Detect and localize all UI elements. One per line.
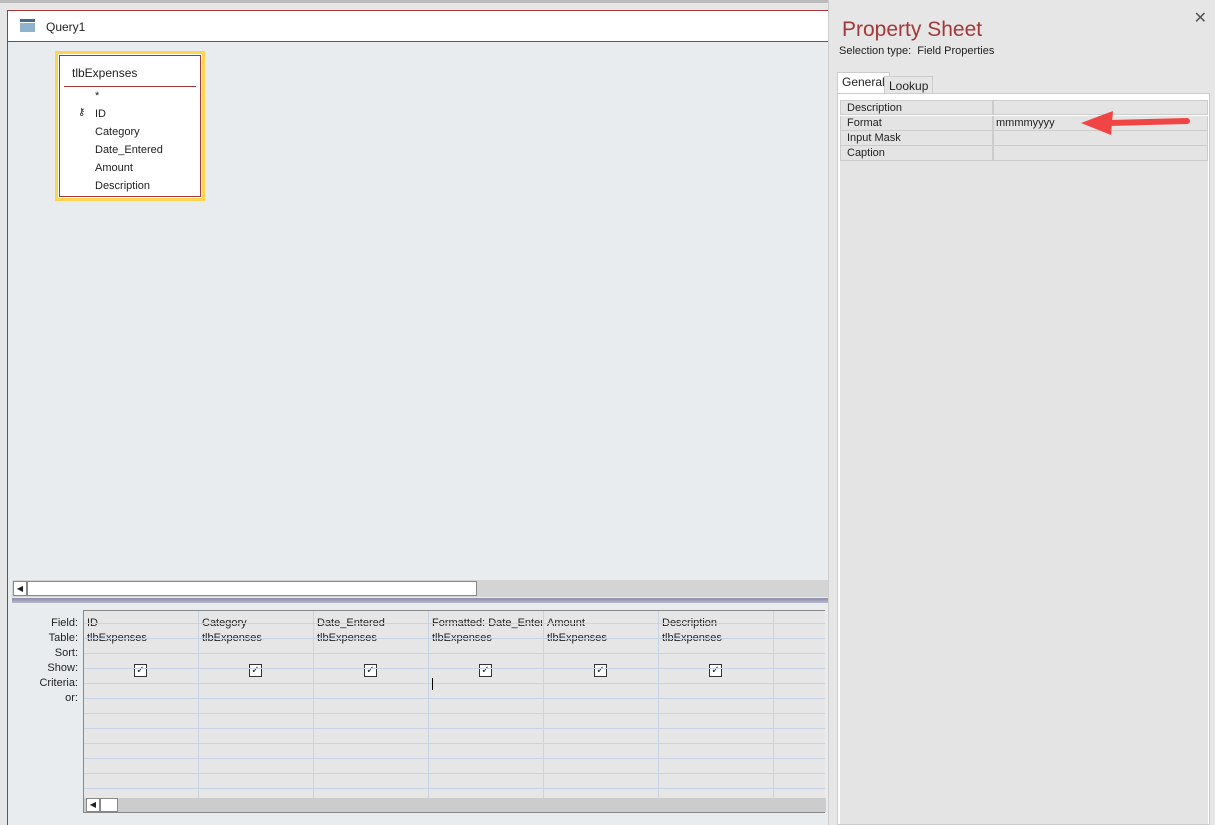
text-cursor xyxy=(432,678,433,690)
grid-row-line xyxy=(84,653,825,654)
row-label-show: Show: xyxy=(47,662,78,674)
row-label-table: Table: xyxy=(48,632,78,644)
grid-row-line xyxy=(84,638,825,639)
close-icon[interactable]: ✕ xyxy=(1194,8,1207,28)
field-item[interactable]: * xyxy=(95,90,99,102)
pane-splitter[interactable] xyxy=(12,598,829,603)
red-arrow-annotation xyxy=(1081,111,1190,135)
grid-column[interactable]: Date_Entered tlbExpenses ✓ xyxy=(314,611,429,798)
grid-row-line xyxy=(84,683,825,684)
table-name: tlbExpenses xyxy=(72,66,138,80)
show-checkbox[interactable]: ✓ xyxy=(479,664,492,677)
property-row-caption[interactable]: Caption xyxy=(840,146,1208,161)
show-checkbox[interactable]: ✓ xyxy=(594,664,607,677)
horizontal-scrollbar[interactable]: ◀ xyxy=(12,580,829,597)
property-sheet: Property Sheet ✕ Selection type: Field P… xyxy=(828,0,1215,825)
grid-row-line xyxy=(84,668,825,669)
grid-row-line xyxy=(84,698,825,699)
property-panel: Description Format mmmmyyyy Input Mask Ca… xyxy=(837,93,1210,825)
property-sheet-title: Property Sheet xyxy=(842,18,983,41)
selection-label: Selection type: xyxy=(839,45,912,57)
document-title: Query1 xyxy=(46,20,86,34)
property-value[interactable] xyxy=(994,146,996,160)
primary-key-icon: ⚷ xyxy=(78,107,86,118)
field-item[interactable]: ID xyxy=(95,108,106,120)
field-item[interactable]: Amount xyxy=(95,162,133,174)
row-label-field: Field: xyxy=(51,617,78,629)
divider xyxy=(64,86,196,87)
selection-value: Field Properties xyxy=(917,45,995,57)
top-strip xyxy=(0,0,828,10)
document-tab[interactable]: Query1 xyxy=(8,10,829,42)
grid-row-line xyxy=(84,758,825,759)
row-label-sort: Sort: xyxy=(54,647,78,659)
property-value[interactable] xyxy=(994,131,996,145)
property-value[interactable]: mmmmyyyy xyxy=(994,116,1055,130)
field-item[interactable]: Category xyxy=(95,126,140,138)
scroll-left-icon[interactable]: ◀ xyxy=(13,581,27,596)
grid-row-line xyxy=(84,713,825,714)
selection-type: Selection type: Field Properties xyxy=(839,45,994,57)
show-checkbox[interactable]: ✓ xyxy=(249,664,262,677)
tab-lookup[interactable]: Lookup xyxy=(884,76,934,94)
grid-column[interactable]: Formatted: Date_Entered tlbExpenses ✓ xyxy=(429,611,544,798)
property-name: Input Mask xyxy=(841,131,994,145)
show-checkbox[interactable]: ✓ xyxy=(709,664,722,677)
scroll-thumb[interactable] xyxy=(100,798,118,812)
show-checkbox[interactable]: ✓ xyxy=(364,664,377,677)
query-icon xyxy=(20,19,35,32)
property-name: Caption xyxy=(841,146,994,160)
grid-scrollbar[interactable]: ◀ xyxy=(84,798,826,812)
grid-row-line xyxy=(84,743,825,744)
grid-column[interactable]: Description tlbExpenses ✓ xyxy=(659,611,774,798)
query-design-grid: ID tlbExpenses ✓ Category tlbExpenses ✓ Da… xyxy=(83,610,889,813)
grid-column[interactable]: Amount tlbExpenses ✓ xyxy=(544,611,659,798)
tab-general[interactable]: General xyxy=(837,72,890,94)
row-label-or: or: xyxy=(65,692,78,704)
grid-row-line xyxy=(84,728,825,729)
grid-row-line xyxy=(84,623,825,624)
scroll-left-icon[interactable]: ◀ xyxy=(86,798,100,812)
scroll-thumb[interactable] xyxy=(27,581,477,596)
field-item[interactable]: Date_Entered xyxy=(95,144,163,156)
grid-row-line xyxy=(84,773,825,774)
grid-column[interactable]: Category tlbExpenses ✓ xyxy=(199,611,314,798)
row-label-criteria: Criteria: xyxy=(39,677,78,689)
table-field-list[interactable]: tlbExpenses ⚷ * ID Category Date_Entered… xyxy=(55,51,205,201)
property-name: Format xyxy=(841,116,994,130)
property-empty-area xyxy=(840,161,1208,824)
property-name: Description xyxy=(841,101,994,114)
show-checkbox[interactable]: ✓ xyxy=(134,664,147,677)
grid-row-line xyxy=(84,788,825,789)
property-value[interactable] xyxy=(994,101,996,114)
field-item[interactable]: Description xyxy=(95,180,150,192)
grid-column[interactable]: ID tlbExpenses ✓ xyxy=(84,611,199,798)
